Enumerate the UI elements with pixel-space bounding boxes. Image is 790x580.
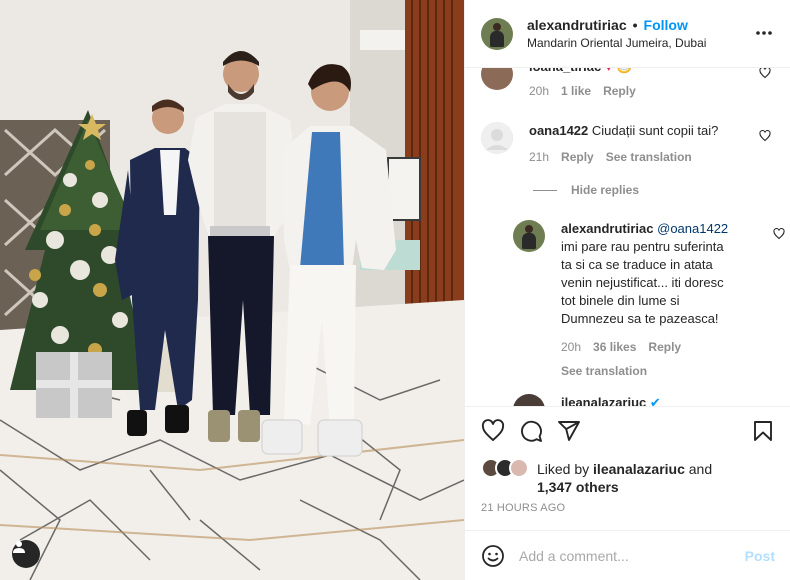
smiley-icon[interactable]: [481, 544, 505, 568]
reply-username[interactable]: alexandrutiriac: [561, 221, 654, 236]
more-horizontal-icon[interactable]: [755, 24, 773, 42]
laughing-emoji-icon: 😁: [616, 68, 632, 74]
comment-input[interactable]: [519, 547, 745, 564]
comment-icon[interactable]: [519, 419, 543, 443]
post-photo[interactable]: [0, 0, 464, 580]
comment-text: Ciudații sunt copii tai?: [591, 123, 719, 138]
photo-scene: [0, 0, 464, 580]
heart-emoji-icon: ♥: [605, 68, 613, 74]
header-text: alexandrutiriac • Follow Mandarin Orient…: [527, 17, 706, 50]
liked-by-others[interactable]: 1,347 others: [537, 479, 619, 495]
comment-like-icon[interactable]: [759, 68, 771, 79]
reply-likes[interactable]: 36 likes: [593, 338, 636, 356]
likes-summary: Liked by ileanalazariuc and 1,347 others: [481, 456, 781, 496]
action-bar: [465, 406, 790, 452]
comment-avatar[interactable]: [481, 68, 513, 90]
liked-by-and: and: [688, 461, 713, 477]
add-comment-bar: Post: [465, 530, 790, 580]
liker-avatars[interactable]: [481, 458, 533, 480]
bookmark-icon[interactable]: [751, 419, 775, 443]
post-location[interactable]: Mandarin Oriental Jumeira, Dubai: [527, 36, 706, 50]
comments-list[interactable]: ioana_tiriac ♥ 😁 20h 1 like Reply: [465, 68, 790, 406]
see-translation-button[interactable]: See translation: [606, 148, 692, 166]
likes-text: Liked by ileanalazariuc and 1,347 others: [537, 460, 777, 496]
verified-badge-icon: ✔: [649, 395, 661, 406]
comment-like-icon[interactable]: [773, 228, 785, 240]
share-icon[interactable]: [557, 419, 581, 443]
comment-time: 20h: [529, 84, 550, 98]
hide-replies-line: [533, 189, 557, 191]
post-panel: alexandrutiriac • Follow Mandarin Orient…: [464, 0, 790, 580]
post-timestamp[interactable]: 21 HOURS AGO: [481, 502, 565, 514]
heart-icon[interactable]: [481, 419, 505, 443]
reply-mention[interactable]: @oana1422: [657, 221, 728, 236]
reply-button[interactable]: Reply: [603, 82, 636, 100]
liker-avatar: [509, 458, 529, 478]
reply-button[interactable]: Reply: [561, 148, 594, 166]
reply-username[interactable]: ileanalazariuc: [561, 395, 646, 406]
author-avatar[interactable]: [481, 17, 513, 50]
see-translation-button[interactable]: See translation: [561, 362, 647, 380]
post-header: alexandrutiriac • Follow Mandarin Orient…: [465, 0, 790, 68]
liked-by-prefix: Liked by: [537, 461, 590, 477]
comment-username[interactable]: ioana_tiriac: [529, 68, 601, 74]
reply-text: imi pare rau pentru suferinta ta si ca s…: [561, 239, 724, 326]
reply-avatar[interactable]: [513, 220, 545, 252]
hide-replies-button[interactable]: Hide replies: [533, 183, 639, 197]
reply-time: 20h: [561, 340, 582, 354]
author-username[interactable]: alexandrutiriac: [527, 17, 627, 33]
comment-avatar[interactable]: [481, 122, 513, 154]
liked-by-user[interactable]: ileanalazariuc: [593, 461, 685, 477]
separator-dot: •: [632, 17, 638, 33]
default-avatar-icon: [481, 122, 513, 154]
comment-username[interactable]: oana1422: [529, 123, 588, 138]
tagged-user-icon[interactable]: [12, 540, 40, 568]
comment-like-icon[interactable]: [759, 130, 771, 142]
post-button[interactable]: Post: [745, 548, 775, 564]
hide-replies-label: Hide replies: [571, 183, 640, 197]
reply-avatar[interactable]: [513, 394, 545, 406]
person-icon: [13, 541, 25, 553]
comment-likes[interactable]: 1 like: [561, 82, 591, 100]
follow-button[interactable]: Follow: [644, 17, 688, 33]
comment-time: 21h: [529, 150, 550, 164]
reply-button[interactable]: Reply: [648, 338, 681, 356]
